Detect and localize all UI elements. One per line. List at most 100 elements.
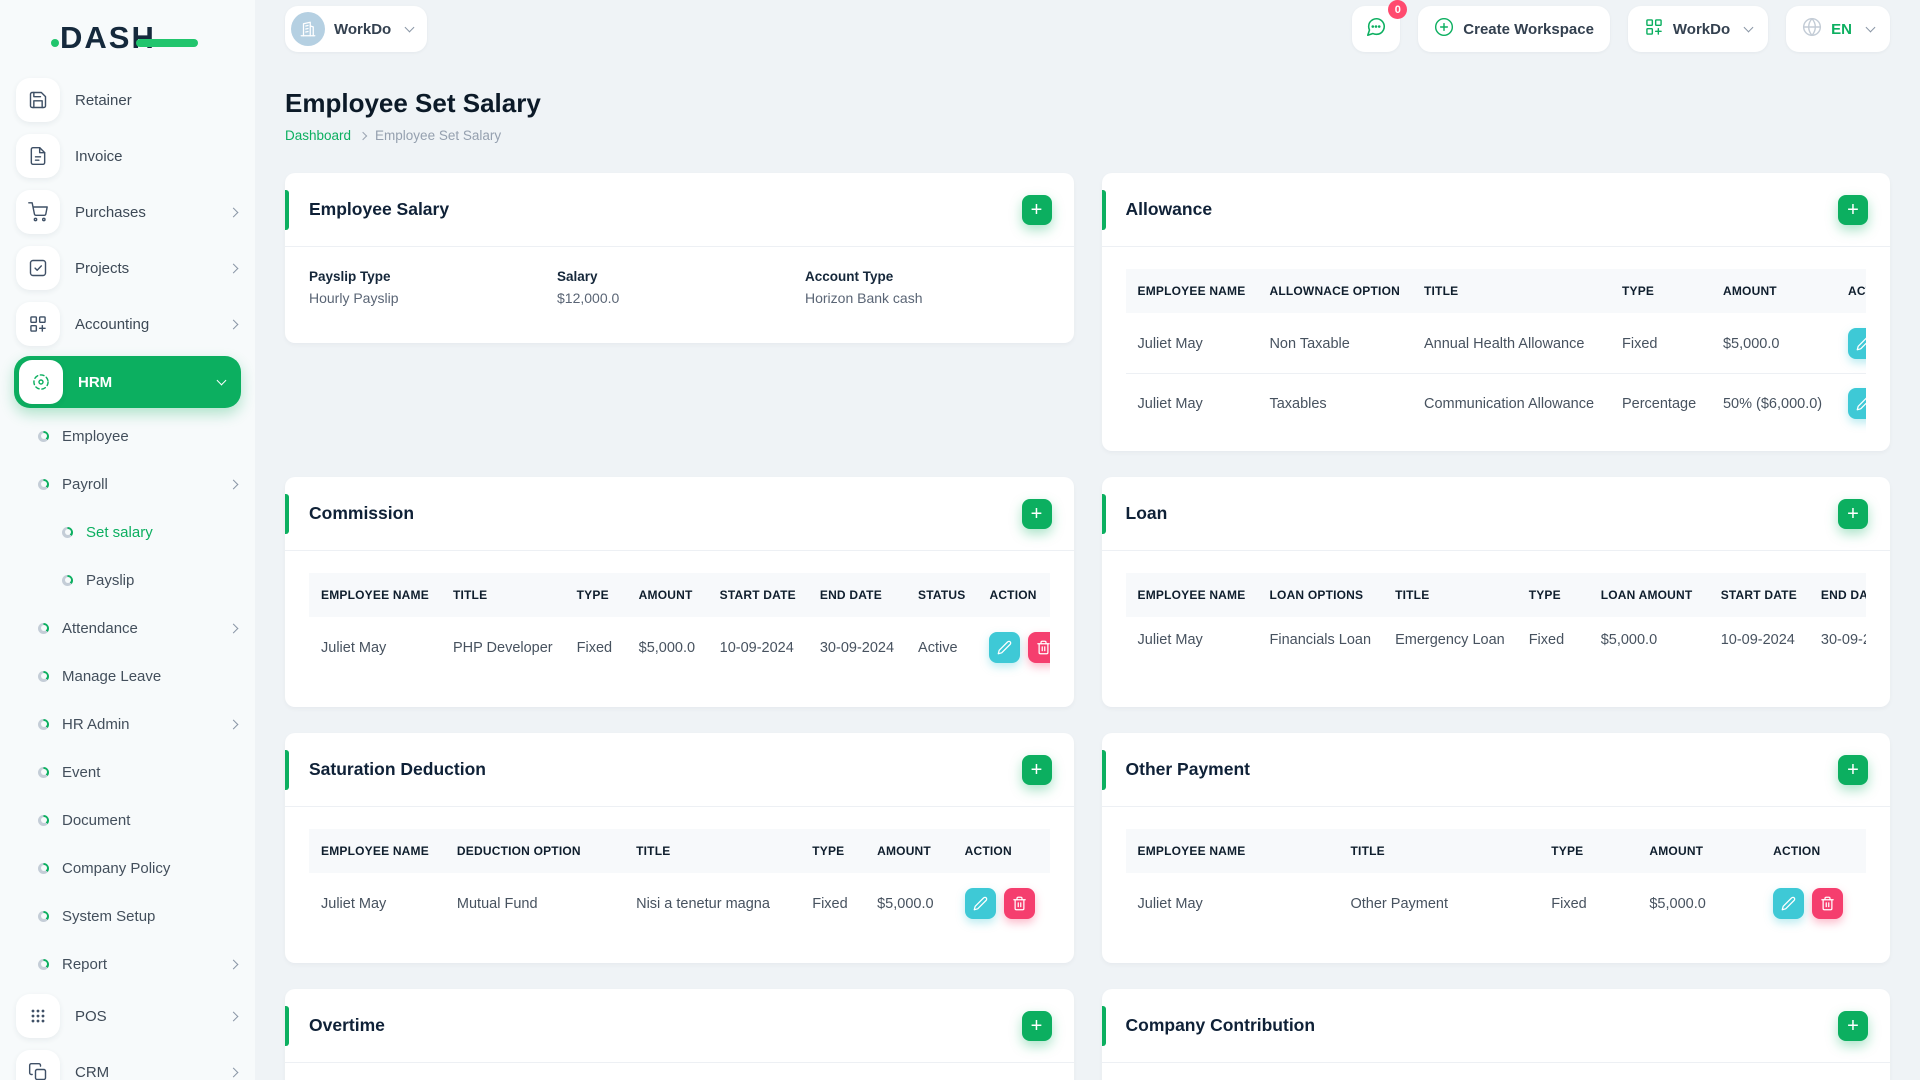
edit-button[interactable] <box>989 632 1021 663</box>
sidebar-subitem-label: HR Admin <box>62 715 130 733</box>
sidebar-subitem-employee[interactable]: Employee <box>0 412 255 460</box>
cards-grid: Employee Salary + Payslip Type Hourly Pa… <box>285 173 1890 1080</box>
chevron-down-icon <box>1865 22 1876 32</box>
cell: Non Taxable <box>1257 313 1412 374</box>
sidebar-subitem-system-setup[interactable]: System Setup <box>0 892 255 940</box>
grid-plus-icon <box>16 302 60 346</box>
sidebar-item-label: HRM <box>78 373 113 391</box>
card-header: Overtime + <box>285 989 1074 1063</box>
add-loan-button[interactable]: + <box>1838 498 1868 529</box>
cell: Juliet May <box>1125 617 1258 662</box>
cell: 30-09-2024 <box>807 617 907 677</box>
chevron-right-icon <box>228 959 239 969</box>
card-company-contribution: Company Contribution + <box>1101 989 1890 1080</box>
add-employee-salary-button[interactable]: + <box>1021 194 1052 225</box>
cell: Fixed <box>1609 313 1711 374</box>
sidebar-subitem-label: Attendance <box>62 619 138 637</box>
add-other-payment-button[interactable]: + <box>1838 754 1868 785</box>
edit-button[interactable] <box>1847 388 1866 419</box>
table-header-row: EMPLOYEE NAME ALLOWNACE OPTION TITLE TYP… <box>1125 269 1866 314</box>
sidebar-subitem-label: Document <box>62 811 131 829</box>
edit-button[interactable] <box>1847 328 1866 359</box>
card-loan: Loan + EMPLOYEE NAME LOAN OPTIONS TITLE … <box>1101 477 1890 707</box>
sidebar-subitem-document[interactable]: Document <box>0 796 255 844</box>
topbar-actions: 0 Create Workspace WorkDo EN <box>1352 0 1890 52</box>
sidebar-item-accounting[interactable]: Accounting <box>0 296 255 352</box>
create-workspace-button[interactable]: Create Workspace <box>1418 6 1610 52</box>
card-title: Company Contribution <box>1125 1015 1316 1035</box>
sidebar-subitem-report[interactable]: Report <box>0 940 255 988</box>
card-header: Company Contribution + <box>1101 989 1890 1063</box>
table-header-row: EMPLOYEE NAME TITLE TYPE AMOUNT START DA… <box>309 573 1050 618</box>
chevron-right-icon <box>228 263 239 273</box>
card-title: Commission <box>309 503 415 523</box>
sidebar-item-crm[interactable]: CRM <box>0 1044 255 1080</box>
sidebar-item-invoice[interactable]: Invoice <box>0 128 255 184</box>
delete-button[interactable] <box>1812 888 1844 919</box>
cell: Nisi a tenetur magna <box>624 873 801 933</box>
cell: $5,000.0 <box>865 873 953 933</box>
chevron-right-icon <box>358 131 368 140</box>
add-saturation-deduction-button[interactable]: + <box>1021 754 1052 785</box>
sidebar-subitem-payroll[interactable]: Payroll <box>0 460 255 508</box>
workspace-avatar <box>291 12 325 46</box>
field-label: Salary <box>557 269 598 284</box>
sidebar-subitem-attendance[interactable]: Attendance <box>0 604 255 652</box>
table-row: Juliet May PHP Developer Fixed $5,000.0 … <box>309 617 1050 677</box>
field-value: Horizon Bank cash <box>805 290 923 306</box>
sidebar-item-hrm[interactable]: HRM <box>14 356 241 408</box>
add-allowance-button[interactable]: + <box>1838 194 1868 225</box>
add-company-contribution-button[interactable]: + <box>1838 1010 1868 1041</box>
sidebar-item-label: Purchases <box>75 203 146 221</box>
breadcrumb: Dashboard Employee Set Salary <box>285 128 1890 143</box>
app-logo[interactable]: DASH <box>51 20 200 64</box>
delete-button[interactable] <box>1028 632 1050 663</box>
cell: $5,000.0 <box>1588 617 1709 662</box>
sidebar-item-pos[interactable]: POS <box>0 988 255 1044</box>
commission-table: EMPLOYEE NAME TITLE TYPE AMOUNT START DA… <box>309 573 1050 677</box>
add-commission-button[interactable]: + <box>1021 498 1052 529</box>
cell: PHP Developer <box>440 617 565 677</box>
column-header: EMPLOYEE NAME <box>309 829 445 874</box>
chevron-right-icon <box>228 623 239 633</box>
breadcrumb-dashboard-link[interactable]: Dashboard <box>285 128 351 143</box>
table-row: Juliet May Mutual Fund Nisi a tenetur ma… <box>309 873 1050 933</box>
sidebar-subitem-set-salary[interactable]: Set salary <box>0 508 255 556</box>
sidebar-subitem-hr-admin[interactable]: HR Admin <box>0 700 255 748</box>
column-header: AMOUNT <box>626 573 708 618</box>
card-title: Saturation Deduction <box>309 759 486 779</box>
chevron-down-icon <box>216 375 227 385</box>
cell: Mutual Fund <box>444 873 625 933</box>
sidebar-item-retainer[interactable]: Retainer <box>0 72 255 128</box>
sidebar-subitem-payslip[interactable]: Payslip <box>0 556 255 604</box>
workspace-switcher[interactable]: WorkDo <box>285 6 428 52</box>
bullet-icon <box>38 718 49 730</box>
bullet-icon <box>62 526 73 538</box>
app-switcher[interactable]: WorkDo <box>1627 6 1769 52</box>
sidebar-subitem-event[interactable]: Event <box>0 748 255 796</box>
bullet-icon <box>38 862 49 874</box>
bullet-icon <box>38 910 49 922</box>
chevron-right-icon <box>228 319 239 329</box>
pos-icon <box>16 994 60 1038</box>
cell: Percentage <box>1609 373 1711 433</box>
language-selector[interactable]: EN <box>1786 6 1890 52</box>
column-header: LOAN OPTIONS <box>1257 573 1384 618</box>
sidebar-subitem-company-policy[interactable]: Company Policy <box>0 844 255 892</box>
page-title: Employee Set Salary <box>285 88 541 118</box>
card-header: Saturation Deduction + <box>285 733 1074 807</box>
edit-button[interactable] <box>1773 888 1805 919</box>
sidebar-subitem-label: Event <box>62 763 101 781</box>
edit-button[interactable] <box>964 888 996 919</box>
sidebar-subitem-manage-leave[interactable]: Manage Leave <box>0 652 255 700</box>
cell: Juliet May <box>309 873 445 933</box>
bullet-icon <box>38 622 49 634</box>
messages-button[interactable]: 0 <box>1352 0 1408 52</box>
sidebar-item-projects[interactable]: Projects <box>0 240 255 296</box>
sidebar-item-purchases[interactable]: Purchases <box>0 184 255 240</box>
grid-plus-icon <box>1644 17 1664 42</box>
add-overtime-button[interactable]: + <box>1021 1010 1052 1041</box>
delete-button[interactable] <box>1003 888 1035 919</box>
sidebar-item-label: Accounting <box>75 315 150 333</box>
card-title: Employee Salary <box>309 199 450 219</box>
